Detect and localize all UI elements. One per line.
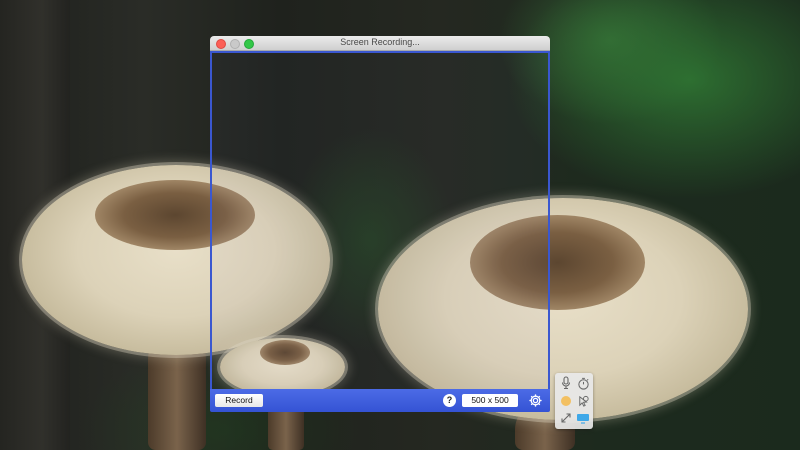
screen-recording-window[interactable]: Screen Recording... Record ? 500 x 500 bbox=[210, 36, 550, 412]
display-icon[interactable] bbox=[576, 411, 590, 425]
title-bar[interactable]: Screen Recording... bbox=[210, 36, 550, 51]
help-button[interactable]: ? bbox=[443, 394, 456, 407]
record-button[interactable]: Record bbox=[215, 394, 263, 407]
capture-size-field[interactable]: 500 x 500 bbox=[462, 394, 518, 407]
microphone-icon[interactable] bbox=[559, 376, 573, 390]
mouse-click-icon[interactable] bbox=[576, 394, 590, 408]
tool-palette bbox=[555, 373, 593, 429]
gear-icon[interactable] bbox=[528, 393, 543, 408]
recording-toolbar: Record ? 500 x 500 bbox=[210, 389, 550, 412]
resize-icon[interactable] bbox=[559, 411, 573, 425]
cursor-highlight-icon[interactable] bbox=[559, 394, 573, 408]
timer-icon[interactable] bbox=[576, 376, 590, 390]
capture-area-frame[interactable] bbox=[210, 51, 550, 391]
window-title: Screen Recording... bbox=[340, 37, 420, 47]
